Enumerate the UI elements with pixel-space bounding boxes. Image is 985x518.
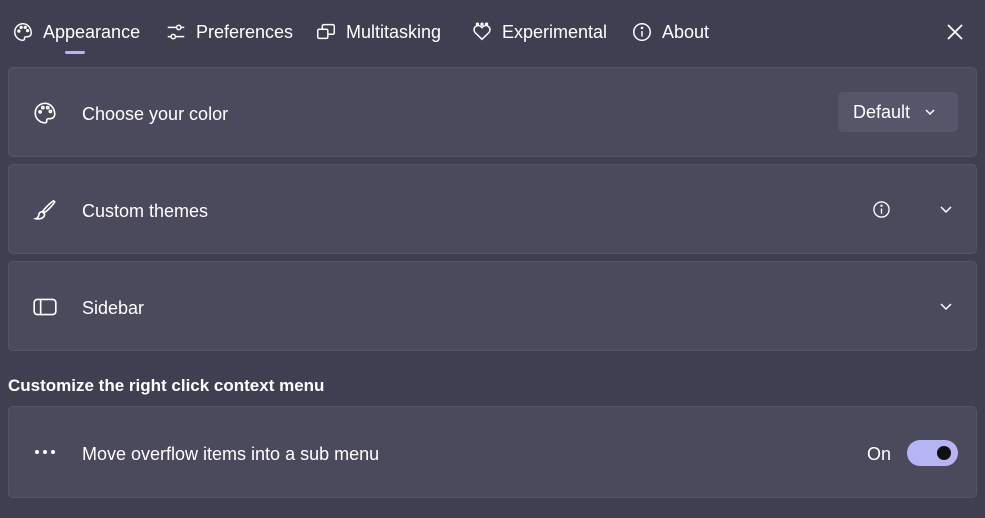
tab-about[interactable]: About bbox=[631, 14, 709, 50]
color-dropdown[interactable]: Default bbox=[838, 92, 958, 132]
sidebar-expand-button[interactable] bbox=[939, 299, 955, 315]
close-button[interactable] bbox=[940, 18, 970, 46]
context-menu-section-title: Customize the right click context menu bbox=[8, 376, 325, 395]
color-setting-label: Choose your color bbox=[82, 104, 229, 124]
palette-icon bbox=[14, 23, 32, 41]
more-icon bbox=[35, 450, 55, 454]
heart-beaker-icon bbox=[473, 22, 491, 41]
themes-setting-card[interactable]: Custom themes bbox=[8, 164, 977, 254]
chevron-down-icon bbox=[940, 206, 952, 214]
close-icon bbox=[947, 24, 963, 40]
overflow-toggle[interactable] bbox=[907, 440, 958, 466]
sidebar-icon bbox=[31, 293, 59, 321]
brush-icon bbox=[31, 196, 59, 224]
windows-icon bbox=[317, 23, 335, 40]
tab-appearance[interactable]: Appearance bbox=[12, 14, 140, 50]
info-icon bbox=[633, 23, 651, 41]
tab-experimental[interactable]: Experimental bbox=[471, 14, 607, 50]
themes-expand-button[interactable] bbox=[939, 202, 955, 218]
tab-multitasking[interactable]: Multitasking bbox=[315, 14, 441, 50]
tab-multitasking-label: Multitasking bbox=[346, 21, 442, 42]
sidebar-setting-card[interactable]: Sidebar bbox=[8, 261, 977, 351]
toggle-knob bbox=[937, 446, 951, 460]
overflow-toggle-state: On bbox=[867, 444, 892, 464]
tab-preferences[interactable]: Preferences bbox=[165, 14, 293, 50]
tab-about-label: About bbox=[662, 21, 710, 42]
tab-experimental-label: Experimental bbox=[502, 21, 608, 42]
chevron-down-icon bbox=[925, 109, 935, 116]
themes-setting-label: Custom themes bbox=[82, 201, 209, 221]
settings-window: Appearance Preferences Multitasking Expe… bbox=[0, 0, 985, 518]
sidebar-setting-label: Sidebar bbox=[82, 298, 145, 318]
themes-info-button[interactable] bbox=[872, 200, 892, 220]
overflow-setting-card: Move overflow items into a sub menu On bbox=[8, 406, 977, 498]
tab-preferences-label: Preferences bbox=[196, 21, 294, 42]
chevron-down-icon bbox=[940, 303, 952, 311]
active-tab-indicator bbox=[65, 51, 85, 54]
overflow-setting-label: Move overflow items into a sub menu bbox=[82, 444, 380, 464]
color-setting-card: Choose your color Default bbox=[8, 67, 977, 157]
color-dropdown-value: Default bbox=[853, 101, 911, 122]
tab-appearance-label: Appearance bbox=[43, 21, 141, 42]
info-icon bbox=[873, 201, 890, 218]
palette-icon bbox=[31, 99, 59, 127]
sliders-icon bbox=[167, 24, 185, 40]
tab-bar: Appearance Preferences Multitasking Expe… bbox=[0, 0, 985, 62]
